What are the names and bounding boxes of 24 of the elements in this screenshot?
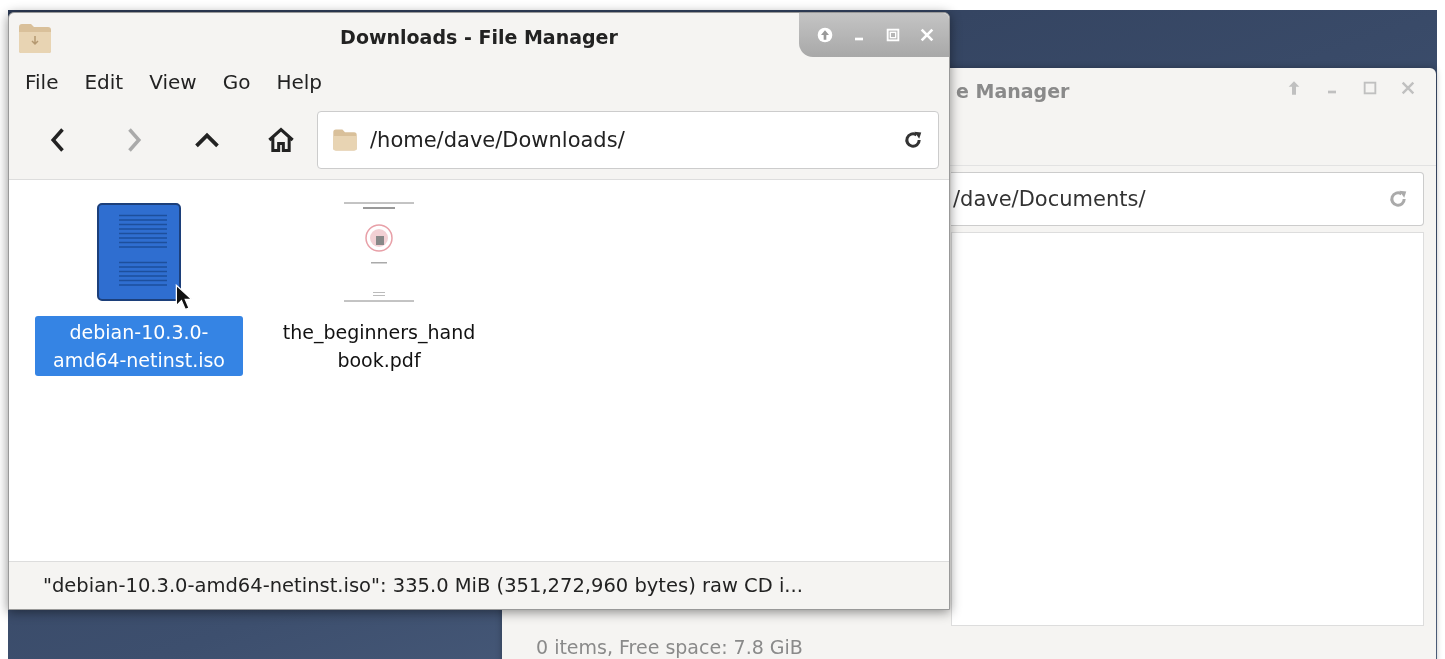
folder-icon (332, 128, 358, 152)
file-name[interactable]: the_beginners_handbook.pdf (275, 316, 483, 376)
home-icon[interactable] (267, 126, 295, 154)
keep-above-icon[interactable] (1286, 80, 1302, 96)
menu-item[interactable]: Help (276, 70, 322, 94)
keep-above-icon[interactable] (817, 27, 833, 43)
status-text: 0 items, Free space: 7.8 GiB (536, 636, 803, 658)
status-text: "debian-10.3.0-amd64-netinst.iso": 335.0 MiB (351,272,960 bytes) raw CD i... (43, 574, 803, 597)
close-icon[interactable] (1400, 80, 1416, 96)
menu-item[interactable]: View (149, 70, 197, 94)
maximize-icon[interactable] (1362, 80, 1378, 96)
folder-icon (17, 21, 53, 55)
mouse-pointer-icon (175, 284, 193, 312)
file-name[interactable]: debian-10.3.0-amd64-netinst.iso (35, 316, 243, 376)
document-thumbnail-drawing[interactable] (341, 200, 417, 304)
disc-image-file-icon[interactable] (97, 203, 181, 301)
menu-item[interactable]: Edit (84, 70, 124, 94)
window-title: e Manager (956, 80, 1070, 102)
menu-item[interactable]: Go (222, 70, 251, 94)
window-title: Downloads - File Manager (340, 26, 618, 48)
path-field[interactable]: /dave/Documents/ (951, 172, 1424, 226)
path-field[interactable]: /home/dave/Downloads/ (317, 111, 939, 169)
menu-item[interactable]: File (25, 70, 59, 94)
reload-icon[interactable] (902, 129, 924, 151)
